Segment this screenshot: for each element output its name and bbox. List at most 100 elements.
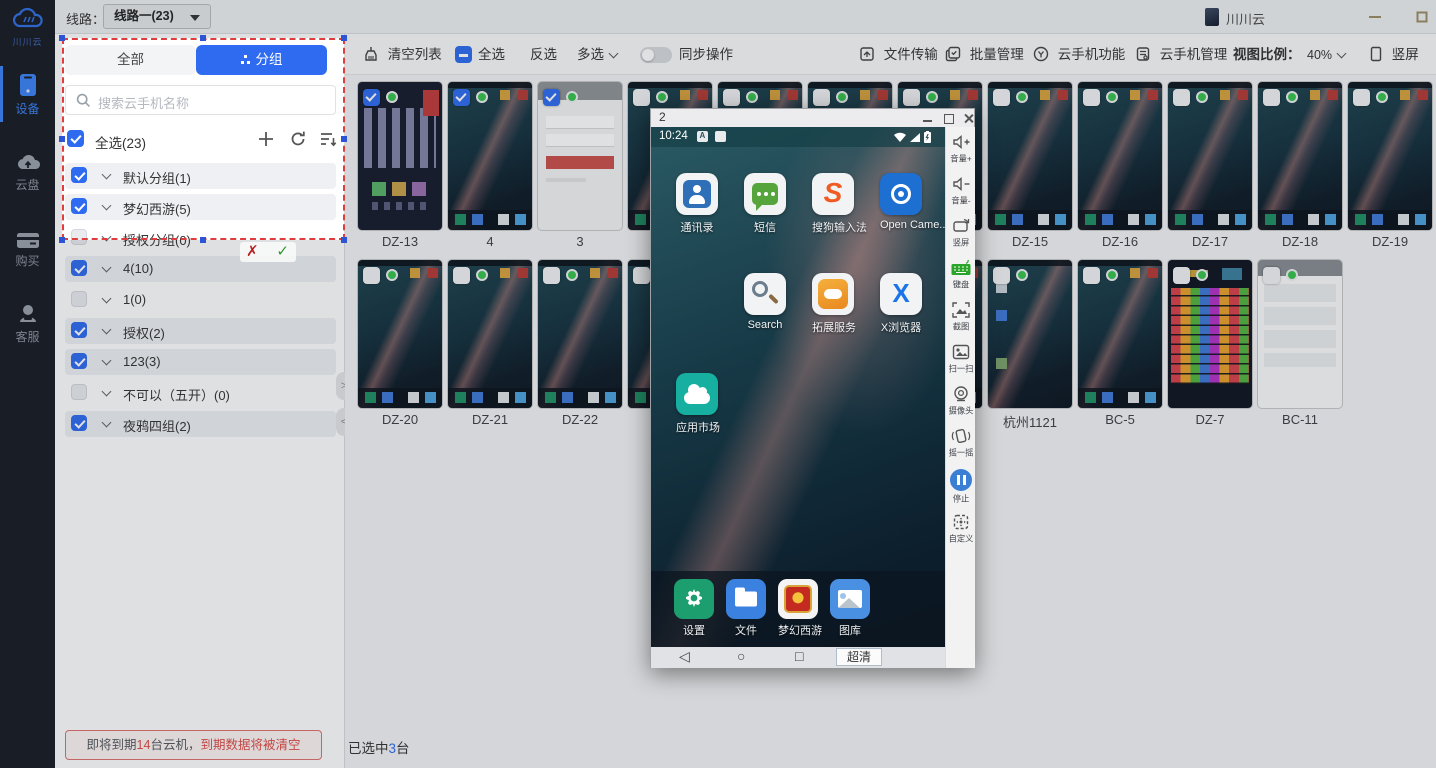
dock-gallery[interactable]: 图库	[830, 579, 870, 638]
app-label: Open Came..	[880, 219, 922, 231]
select-all-label: 全选(23)	[95, 132, 146, 152]
phone-window-title: 2	[659, 110, 666, 124]
refresh-icon	[289, 130, 307, 148]
android-statusbar: 10:24	[651, 127, 945, 147]
search-placeholder: 搜索云手机名称	[98, 93, 189, 112]
group-label: 默认分组(1)	[123, 168, 191, 187]
custom-icon	[951, 513, 971, 531]
messages-icon	[744, 173, 786, 215]
app-search[interactable]: Search	[744, 273, 786, 331]
app-messages[interactable]: 短信	[744, 173, 786, 235]
stop-button[interactable]: 停止	[946, 469, 976, 505]
tab-groups[interactable]: 分组	[196, 45, 327, 75]
add-group-button[interactable]	[257, 130, 277, 150]
search-icon	[76, 93, 91, 108]
selection-handle[interactable]	[341, 237, 347, 243]
keyboard-button[interactable]: 键盘	[946, 259, 976, 291]
tool-label: 音量+	[947, 153, 975, 165]
selection-handle[interactable]	[200, 237, 206, 243]
dock-settings[interactable]: 设置	[674, 579, 714, 638]
tab-all[interactable]: 全部	[65, 45, 196, 75]
sort-icon	[319, 130, 337, 148]
search-app-icon	[744, 273, 786, 315]
shake-button[interactable]: 摇一摇	[946, 427, 976, 459]
sort-button[interactable]	[319, 130, 339, 150]
pause-icon	[950, 469, 972, 491]
dock-label: 梦幻西游	[778, 622, 818, 638]
app-market-icon	[676, 373, 718, 415]
group-row[interactable]: 梦幻西游(5)	[65, 194, 336, 220]
dock-menghuan-game[interactable]: 梦幻西游	[778, 579, 818, 638]
selection-handle[interactable]	[200, 35, 206, 41]
app-label: X浏览器	[880, 319, 922, 335]
phone-window-titlebar[interactable]: 2	[651, 109, 974, 127]
screenshot-icon	[951, 301, 971, 319]
back-icon[interactable]: ◁	[679, 648, 690, 665]
camera-icon	[951, 385, 971, 403]
dock-label: 设置	[674, 622, 714, 638]
app-extension-service[interactable]: 拓展服务	[812, 273, 854, 335]
camera-button[interactable]: 摄像头	[946, 385, 976, 417]
group-checkbox[interactable]	[71, 198, 87, 214]
selection-handle[interactable]	[59, 237, 65, 243]
sogou-icon: S	[812, 173, 854, 215]
home-icon[interactable]: ○	[737, 648, 745, 664]
selection-handle[interactable]	[59, 35, 65, 41]
selection-handle[interactable]	[59, 136, 65, 142]
app-label: 拓展服务	[812, 319, 854, 335]
phone-remote-window[interactable]: 2 10:24 通讯录 短信 S 搜狗输入法	[650, 108, 975, 668]
menghuan-game-icon	[778, 579, 818, 619]
tab-label: 全部	[117, 52, 144, 67]
tool-label: 音量-	[947, 195, 975, 207]
tool-label: 键盘	[947, 279, 975, 291]
recents-icon[interactable]: □	[795, 648, 803, 664]
selection-cancel-icon[interactable]: ✗	[246, 242, 259, 260]
scan-button[interactable]: 扫一扫	[946, 343, 976, 375]
selection-confirm-icon[interactable]: ✓	[276, 242, 289, 260]
dock-label: 图库	[830, 622, 870, 638]
phone-minimize-button[interactable]	[921, 113, 935, 124]
volume-down-button[interactable]: 音量-	[946, 175, 976, 207]
tool-label: 扫一扫	[947, 363, 975, 375]
selection-handle[interactable]	[341, 136, 347, 142]
status-time: 10:24	[659, 130, 688, 142]
app-market[interactable]: 应用市场	[676, 373, 718, 435]
group-row[interactable]: 默认分组(1)	[65, 163, 336, 189]
selection-handle[interactable]	[341, 35, 347, 41]
volume-down-icon	[951, 175, 971, 193]
group-grid-icon	[241, 55, 250, 64]
custom-button[interactable]: 自定义	[946, 513, 976, 545]
app-label: 搜狗输入法	[812, 219, 854, 235]
quality-value: 超清	[847, 650, 871, 664]
refresh-button[interactable]	[289, 130, 309, 150]
plus-icon	[257, 130, 275, 148]
scan-icon	[951, 343, 971, 361]
tool-label: 停止	[947, 493, 975, 505]
chevron-down-icon[interactable]	[103, 171, 111, 179]
phone-close-button[interactable]	[962, 113, 976, 124]
input-method-badge-icon	[697, 131, 708, 142]
tab-label: 分组	[256, 52, 283, 67]
chevron-down-icon[interactable]	[103, 202, 111, 210]
contacts-icon	[676, 173, 718, 215]
group-checkbox[interactable]	[71, 167, 87, 183]
dock-files[interactable]: 文件	[726, 579, 766, 638]
app-open-camera[interactable]: Open Came..	[880, 173, 922, 231]
selection-actions: ✗ ✓	[240, 242, 296, 262]
rotate-screen-button[interactable]: 竖屏	[946, 217, 976, 249]
select-all-checkbox[interactable]	[67, 130, 84, 147]
screenshot-button[interactable]: 截图	[946, 301, 976, 333]
volume-up-button[interactable]: 音量+	[946, 133, 976, 165]
settings-icon	[674, 579, 714, 619]
app-contacts[interactable]: 通讯录	[676, 173, 718, 235]
app-sogou-input[interactable]: S 搜狗输入法	[812, 173, 854, 235]
phone-screen[interactable]: 10:24 通讯录 短信 S 搜狗输入法 Open Came..	[651, 127, 945, 668]
phone-control-toolbar: 音量+ 音量- 竖屏 键盘 截图 扫一扫 摄像头 摇一摇	[945, 127, 975, 668]
search-input[interactable]: 搜索云手机名称	[65, 85, 336, 115]
dim-overlay	[0, 38, 62, 240]
phone-maximize-button[interactable]	[942, 113, 956, 124]
quality-select[interactable]: 超清	[836, 648, 882, 666]
wifi-signal-battery-icons	[893, 131, 939, 143]
x-browser-icon: X	[880, 273, 922, 315]
app-x-browser[interactable]: X X浏览器	[880, 273, 922, 335]
